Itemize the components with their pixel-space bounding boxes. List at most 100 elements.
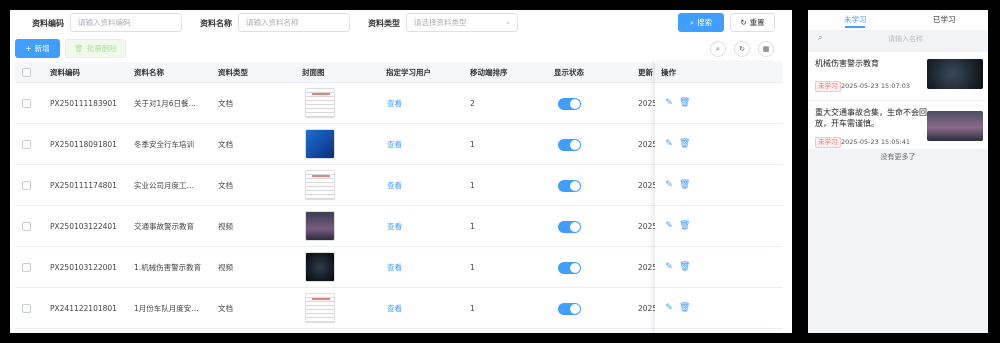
tab-unlearned[interactable]: 未学习: [844, 14, 867, 25]
cell-name: 交通事故警示教育: [134, 222, 194, 231]
cell-name: 实业公司月度工…: [134, 181, 194, 190]
col-type: 资料类型: [218, 68, 248, 77]
view-users-link[interactable]: 查看: [387, 165, 402, 206]
row-checkbox[interactable]: [22, 181, 31, 190]
name-label: 资料名称: [200, 19, 232, 28]
grid-icon: ▦: [762, 45, 770, 53]
cell-sort: 1: [470, 181, 475, 190]
cover-image[interactable]: [305, 170, 335, 200]
cover-image[interactable]: [305, 88, 335, 118]
cell-name: 冬季安全行车培训: [134, 140, 194, 149]
display-status-toggle[interactable]: [558, 221, 581, 233]
view-users-link[interactable]: 查看: [387, 124, 402, 165]
plus-icon: +: [25, 44, 32, 53]
card-thumbnail: [927, 111, 983, 141]
type-select[interactable]: 请选择资料类型 ⌄: [406, 13, 518, 32]
edit-icon[interactable]: ✎: [664, 303, 674, 313]
row-checkbox[interactable]: [22, 222, 31, 231]
operations-header: 操作: [655, 62, 782, 83]
mobile-preview-panel: 未学习 已学习 ⌕ 请输入名称 机械伤害警示教育 未学习 2025-05-23 …: [808, 10, 988, 333]
learning-card[interactable]: 重大交通事故合集，生命不会回放，开车需谨慎。 未学习 2025-05-23 15…: [808, 101, 988, 149]
operations-cell: ✎ 🗑: [655, 165, 782, 206]
display-status-toggle[interactable]: [558, 303, 581, 315]
card-time: 2025-05-23 15:05:41: [841, 138, 911, 146]
trash-icon[interactable]: 🗑: [679, 221, 690, 231]
cell-code: PX250111174801: [50, 181, 117, 190]
columns-button[interactable]: ▦: [758, 41, 774, 57]
cell-sort: 1: [470, 222, 475, 231]
operations-cell: ✎ 🗑: [655, 206, 782, 247]
batch-delete-button[interactable]: 🗑 批量删除: [65, 39, 126, 58]
col-cover: 封面图: [302, 68, 325, 77]
cell-type: 视频: [218, 263, 233, 272]
cover-image[interactable]: [305, 211, 335, 241]
col-mobile-sort: 移动端排序: [470, 68, 508, 77]
col-code: 资料编码: [50, 68, 80, 77]
operations-cell: ✎ 🗑: [655, 83, 782, 124]
display-status-toggle[interactable]: [558, 98, 581, 110]
cover-image[interactable]: [305, 293, 335, 323]
cell-type: 文档: [218, 304, 233, 313]
col-name: 资料名称: [134, 68, 164, 77]
cell-type: 文档: [218, 140, 233, 149]
refresh-button[interactable]: ↻: [734, 41, 750, 57]
cell-name: 1.机械伤害警示教育: [134, 263, 202, 272]
tab-learned[interactable]: 已学习: [933, 14, 956, 25]
select-all-checkbox[interactable]: [22, 68, 31, 77]
edit-icon[interactable]: ✎: [664, 139, 674, 149]
status-badge: 未学习: [815, 81, 841, 92]
cell-sort: 2: [470, 99, 475, 108]
status-badge: 未学习: [815, 137, 841, 148]
edit-icon[interactable]: ✎: [664, 180, 674, 190]
operations-column: 操作 ✎ 🗑 ✎ 🗑 ✎ 🗑 ✎ 🗑 ✎ 🗑 ✎ 🗑: [655, 62, 782, 333]
trash-icon[interactable]: 🗑: [679, 139, 690, 149]
cell-type: 文档: [218, 181, 233, 190]
edit-icon[interactable]: ✎: [664, 262, 674, 272]
trash-icon: 🗑: [74, 44, 84, 53]
cover-image[interactable]: [305, 252, 335, 282]
trash-icon[interactable]: 🗑: [679, 98, 690, 108]
row-checkbox[interactable]: [22, 304, 31, 313]
trash-icon[interactable]: 🗑: [679, 303, 690, 313]
view-users-link[interactable]: 查看: [387, 288, 402, 329]
search-icon: ⌕: [716, 45, 720, 53]
edit-icon[interactable]: ✎: [664, 221, 674, 231]
card-title: 重大交通事故合集，生命不会回放，开车需谨慎。: [815, 108, 927, 128]
cell-type: 视频: [218, 222, 233, 231]
type-label: 资料类型: [368, 19, 400, 28]
display-status-toggle[interactable]: [558, 262, 581, 274]
card-title: 机械伤害警示教育: [815, 59, 879, 68]
search-button[interactable]: ⌕ 搜索: [678, 13, 724, 32]
row-checkbox[interactable]: [22, 263, 31, 272]
row-checkbox[interactable]: [22, 99, 31, 108]
view-users-link[interactable]: 查看: [387, 247, 402, 288]
mobile-search-input[interactable]: ⌕ 请输入名称: [808, 30, 988, 48]
learning-card[interactable]: 机械伤害警示教育 未学习 2025-05-23 15:07:03: [808, 52, 988, 100]
search-icon: ⌕: [689, 18, 695, 27]
cell-code: PX241122101801: [50, 304, 117, 313]
trash-icon[interactable]: 🗑: [679, 262, 690, 272]
display-status-toggle[interactable]: [558, 139, 581, 151]
cell-sort: 1: [470, 263, 475, 272]
cell-code: PX250118091801: [50, 140, 117, 149]
refresh-icon: ↻: [739, 45, 745, 53]
row-checkbox[interactable]: [22, 140, 31, 149]
view-users-link[interactable]: 查看: [387, 83, 402, 124]
search-placeholder: 请输入名称: [888, 35, 923, 43]
view-users-link[interactable]: 查看: [387, 206, 402, 247]
col-operations: 操作: [661, 68, 676, 77]
learning-tabs: 未学习 已学习: [808, 10, 988, 30]
cell-code: PX250111183901: [50, 99, 117, 108]
toggle-search-button[interactable]: ⌕: [710, 41, 726, 57]
trash-icon[interactable]: 🗑: [679, 180, 690, 190]
name-input[interactable]: 请输入资料名称: [238, 13, 350, 32]
cover-image[interactable]: [305, 129, 335, 159]
code-input[interactable]: 请输入资料编码: [70, 13, 182, 32]
reset-button[interactable]: ↻ 重置: [730, 13, 775, 32]
col-update: 更新: [638, 68, 653, 77]
col-display-status: 显示状态: [554, 68, 584, 77]
display-status-toggle[interactable]: [558, 180, 581, 192]
col-assigned-users: 指定学习用户: [386, 68, 431, 77]
edit-icon[interactable]: ✎: [664, 98, 674, 108]
add-button[interactable]: + 新增: [15, 39, 60, 58]
